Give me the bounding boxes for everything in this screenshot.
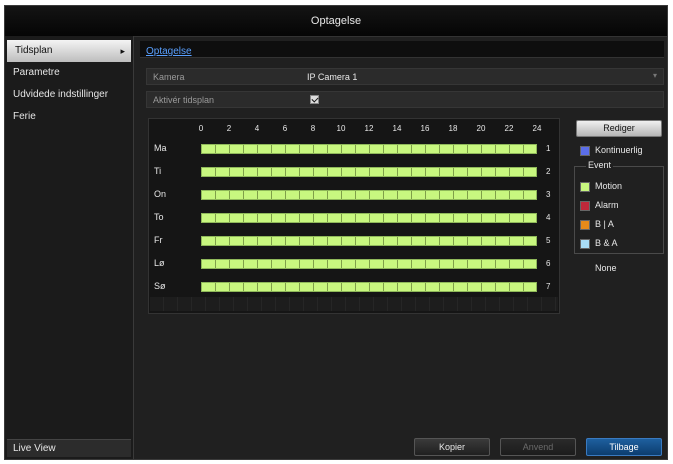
hour-label: 24 [532,124,542,133]
color-swatch [580,263,590,274]
enable-schedule-row: Aktivér tidsplan [146,91,664,108]
schedule-bar[interactable] [201,236,537,246]
day-number: 4 [546,213,551,222]
legend-motion: Motion [580,180,622,192]
hour-label: 0 [198,124,204,133]
day-number: 2 [546,167,551,176]
day-label: On [154,189,167,199]
day-label: Ti [154,166,162,176]
legend-label: Alarm [595,200,619,210]
color-swatch [580,219,590,230]
day-number: 6 [546,259,551,268]
sidebar: Tidsplan ▸ Parametre Udvidede indstillin… [5,36,134,459]
legend-none: None [580,262,617,274]
schedule-bar[interactable] [201,213,537,223]
day-label: Fr [154,235,163,245]
color-swatch [580,145,590,156]
day-label: Lø [154,258,165,268]
legend-label: Motion [595,181,623,191]
day-label: To [154,212,164,222]
legend-b-and-a: B & A [580,237,618,249]
sidebar-item-udvidede[interactable]: Udvidede indstillinger [5,84,133,106]
tab-optagelse[interactable]: Optagelse [140,46,192,57]
sidebar-item-ferie[interactable]: Ferie [5,106,133,128]
day-label: Ma [154,143,167,153]
hour-label: 16 [420,124,430,133]
color-swatch [580,181,590,192]
grid-empty-row [150,297,558,311]
hour-label: 4 [254,124,260,133]
legend-label: B | A [595,219,614,229]
schedule-bar[interactable] [201,259,537,269]
live-view-button[interactable]: Live View [7,439,131,457]
legend-alarm: Alarm [580,199,619,211]
legend-b-or-a: B | A [580,218,614,230]
schedule-bar[interactable] [201,282,537,292]
chevron-right-icon: ▸ [120,46,125,56]
hour-label: 12 [364,124,374,133]
schedule-bar[interactable] [201,144,537,154]
enable-schedule-label: Aktivér tidsplan [153,95,215,105]
edit-button[interactable]: Rediger [576,120,662,137]
color-swatch [580,238,590,249]
hour-label: 6 [282,124,288,133]
main-panel: Optagelse Kamera IP Camera 1 ▾ Aktivér t… [136,36,666,459]
camera-label: Kamera [153,72,185,82]
schedule-grid[interactable]: 0 2 4 6 8 10 12 14 16 18 20 22 24 Ma 1 Ti 2 On 3 To 4 Fr 5 Lø 6 S… [148,118,560,314]
day-label: Sø [154,281,166,291]
hour-label: 2 [226,124,232,133]
day-number: 5 [546,236,551,245]
day-number: 1 [546,144,551,153]
sidebar-item-label: Ferie [13,111,36,122]
color-swatch [580,200,590,211]
camera-select[interactable]: Kamera IP Camera 1 ▾ [146,68,664,85]
day-number: 3 [546,190,551,199]
hour-label: 14 [392,124,402,133]
schedule-bar[interactable] [201,167,537,177]
hour-label: 10 [336,124,346,133]
event-legend-title: Event [586,160,614,170]
legend-continuous: Kontinuerlig [580,144,643,156]
sidebar-item-parametre[interactable]: Parametre [5,62,133,84]
hour-label: 22 [504,124,514,133]
breadcrumb: Optagelse [140,41,664,58]
dropdown-arrow-icon: ▾ [652,71,657,80]
sidebar-item-label: Udvidede indstillinger [13,89,109,100]
hour-label: 20 [476,124,486,133]
day-number: 7 [546,282,551,291]
back-button[interactable]: Tilbage [586,438,662,456]
window-title: Optagelse [5,6,667,37]
hour-label: 18 [448,124,458,133]
schedule-bar[interactable] [201,190,537,200]
copy-button[interactable]: Kopier [414,438,490,456]
legend-label: B & A [595,238,618,248]
legend-label: Kontinuerlig [595,145,643,155]
sidebar-item-label: Tidsplan [15,45,53,56]
apply-button[interactable]: Anvend [500,438,576,456]
enable-schedule-checkbox[interactable] [310,95,319,104]
sidebar-item-label: Parametre [13,67,60,78]
hour-label: 8 [310,124,316,133]
camera-value: IP Camera 1 [307,72,358,82]
dvr-window: Optagelse Tidsplan ▸ Parametre Udvidede … [4,5,668,460]
legend-label: None [595,263,617,273]
sidebar-item-tidsplan[interactable]: Tidsplan ▸ [7,40,131,62]
